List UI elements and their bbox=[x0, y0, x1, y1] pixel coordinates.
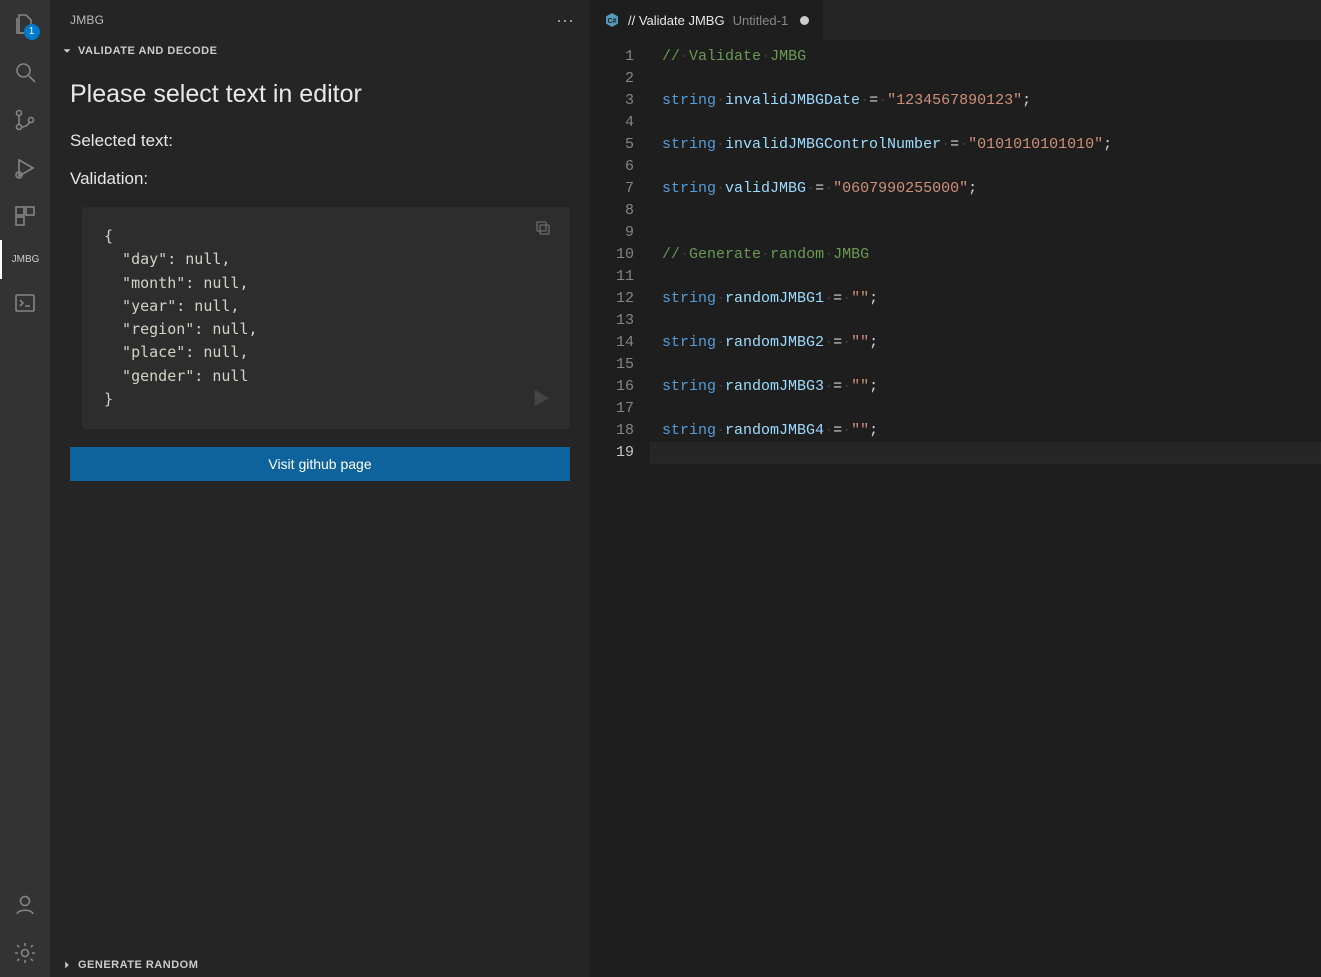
code-line[interactable]: string·randomJMBG4·=·""; bbox=[650, 420, 1321, 442]
copy-icon[interactable] bbox=[534, 219, 552, 245]
code-line[interactable]: string·randomJMBG1·=·""; bbox=[650, 288, 1321, 310]
section-validate-decode[interactable]: VALIDATE AND DECODE bbox=[50, 40, 590, 62]
validate-section-body: Please select text in editor Selected te… bbox=[50, 62, 590, 953]
editor-tab[interactable]: C# // Validate JMBG Untitled-1 bbox=[590, 0, 824, 40]
code-line[interactable] bbox=[650, 200, 1321, 222]
tab-name: // Validate JMBG bbox=[628, 13, 725, 28]
section-heading-label: VALIDATE AND DECODE bbox=[78, 45, 217, 57]
code-line[interactable]: string·randomJMBG2·=·""; bbox=[650, 332, 1321, 354]
panel-title: JMBG bbox=[70, 13, 104, 27]
code-line[interactable]: string·randomJMBG3·=·""; bbox=[650, 376, 1321, 398]
code-line[interactable] bbox=[650, 354, 1321, 376]
code-line[interactable] bbox=[650, 398, 1321, 420]
account-icon[interactable] bbox=[0, 881, 50, 929]
selected-text-label: Selected text: bbox=[70, 131, 570, 151]
section-generate-random[interactable]: GENERATE RANDOM bbox=[50, 953, 590, 977]
run-icon[interactable] bbox=[530, 387, 552, 417]
code-line[interactable] bbox=[650, 156, 1321, 178]
chevron-right-icon bbox=[60, 958, 74, 972]
jmbg-view[interactable]: JMBG bbox=[0, 240, 50, 279]
code-line[interactable] bbox=[650, 222, 1321, 244]
search-icon[interactable] bbox=[0, 48, 50, 96]
code-content[interactable]: //·Validate·JMBG string·invalidJMBGDate·… bbox=[650, 46, 1321, 977]
run-debug-icon[interactable] bbox=[0, 144, 50, 192]
visit-github-button[interactable]: Visit github page bbox=[70, 447, 570, 481]
editor-tabs: C# // Validate JMBG Untitled-1 bbox=[590, 0, 1321, 40]
dirty-indicator-icon bbox=[800, 16, 809, 25]
code-line[interactable] bbox=[650, 68, 1321, 90]
code-line[interactable]: //·Validate·JMBG bbox=[650, 46, 1321, 68]
code-line[interactable] bbox=[650, 112, 1321, 134]
headline: Please select text in editor bbox=[70, 80, 570, 109]
chevron-down-icon bbox=[60, 44, 74, 58]
line-number-gutter: 12345678910111213141516171819 bbox=[590, 46, 650, 977]
code-line[interactable] bbox=[650, 310, 1321, 332]
validation-json-block: { "day": null, "month": null, "year": nu… bbox=[82, 207, 570, 429]
code-line[interactable]: string·invalidJMBGControlNumber·=·"01010… bbox=[650, 134, 1321, 156]
section-heading-label: GENERATE RANDOM bbox=[78, 959, 198, 971]
explorer-icon[interactable]: 1 bbox=[0, 0, 50, 48]
side-panel: JMBG ··· VALIDATE AND DECODE Please sele… bbox=[50, 0, 590, 977]
extensions-icon[interactable] bbox=[0, 192, 50, 240]
validation-label: Validation: bbox=[70, 169, 570, 189]
explorer-badge: 1 bbox=[24, 24, 40, 40]
code-line[interactable]: string·validJMBG·=·"0607990255000"; bbox=[650, 178, 1321, 200]
more-actions-icon[interactable]: ··· bbox=[556, 10, 574, 31]
activity-bar: 1 JMBG bbox=[0, 0, 50, 977]
gear-icon[interactable] bbox=[0, 929, 50, 977]
side-panel-header: JMBG ··· bbox=[50, 0, 590, 40]
svg-text:C#: C# bbox=[608, 18, 617, 25]
terminal-icon[interactable] bbox=[0, 279, 50, 327]
code-line[interactable] bbox=[650, 266, 1321, 288]
code-line[interactable] bbox=[650, 442, 1321, 464]
source-control-icon[interactable] bbox=[0, 96, 50, 144]
editor-area: C# // Validate JMBG Untitled-1 123456789… bbox=[590, 0, 1321, 977]
tab-suffix: Untitled-1 bbox=[733, 13, 789, 28]
validation-json-text: { "day": null, "month": null, "year": nu… bbox=[104, 225, 548, 411]
csharp-lang-icon: C# bbox=[604, 12, 620, 28]
code-editor[interactable]: 12345678910111213141516171819 //·Validat… bbox=[590, 40, 1321, 977]
code-line[interactable]: //·Generate·random·JMBG bbox=[650, 244, 1321, 266]
code-line[interactable]: string·invalidJMBGDate·=·"1234567890123"… bbox=[650, 90, 1321, 112]
